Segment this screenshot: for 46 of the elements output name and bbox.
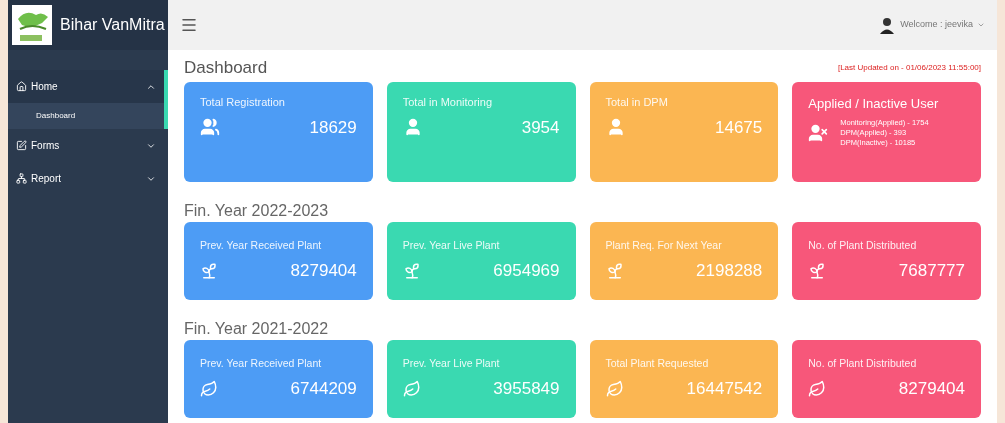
card-title: Total in DPM	[605, 95, 669, 110]
nav-item[interactable]: Home	[8, 70, 168, 103]
leaf-icon	[808, 379, 827, 398]
card-title: Prev. Year Received Plant	[200, 356, 323, 372]
card-value: 3954	[521, 116, 560, 139]
card-title: No. of Plant Distributed	[808, 356, 918, 372]
card-value: 6744209	[290, 378, 357, 401]
avatar-icon	[878, 16, 897, 34]
card-value: 14675	[714, 116, 763, 139]
card-value: 3955849	[493, 378, 560, 401]
sprout-icon	[200, 261, 218, 280]
card-value: 6954969	[493, 260, 560, 283]
card-title: No. of Plant Distributed	[808, 238, 918, 254]
card-title: Total Registration	[200, 95, 286, 110]
card-title: Total in Monitoring	[402, 95, 494, 110]
card-title: Prev. Year Live Plant	[402, 238, 501, 254]
logo-icon	[12, 5, 52, 45]
card-value: 2198288	[696, 260, 763, 283]
sprout-icon	[402, 261, 421, 280]
section-title: Fin. Year 2022-2023	[184, 202, 330, 220]
caret-icon	[977, 21, 985, 29]
nav-subitem[interactable]: Dashboard	[8, 103, 168, 129]
user-menu[interactable]: Welcome : jeevika	[878, 16, 985, 34]
nav-item[interactable]: Forms	[8, 129, 168, 162]
leaf-icon	[605, 379, 624, 398]
page-title: Dashboard	[184, 58, 268, 78]
sprout-icon	[808, 261, 827, 280]
leaf-icon	[402, 379, 421, 398]
brand-name: Bihar VanMitra	[60, 15, 165, 35]
card-value: 8279404	[290, 260, 357, 283]
card-value: 8279404	[898, 378, 965, 401]
section-title: Fin. Year 2021-2022	[184, 320, 330, 338]
card-value: 18629	[309, 116, 357, 139]
leaf-icon	[200, 379, 218, 398]
card-title: Applied / Inactive User	[808, 95, 940, 113]
card-value: 16447542	[686, 378, 763, 401]
sprout-icon	[605, 261, 624, 280]
card-title: Plant Req. For Next Year	[605, 238, 723, 254]
card-title: Total Plant Requested	[605, 356, 710, 372]
card-value: 7687777	[898, 260, 965, 283]
card-title: Prev. Year Live Plant	[402, 356, 501, 372]
nav-item[interactable]: Report	[8, 162, 168, 195]
user-x-icon	[808, 122, 829, 143]
last-updated: [Last Updated on - 01/06/2023 11:55:00]	[837, 62, 981, 74]
card-title: Prev. Year Received Plant	[200, 238, 323, 254]
menu-icon[interactable]	[180, 16, 198, 34]
